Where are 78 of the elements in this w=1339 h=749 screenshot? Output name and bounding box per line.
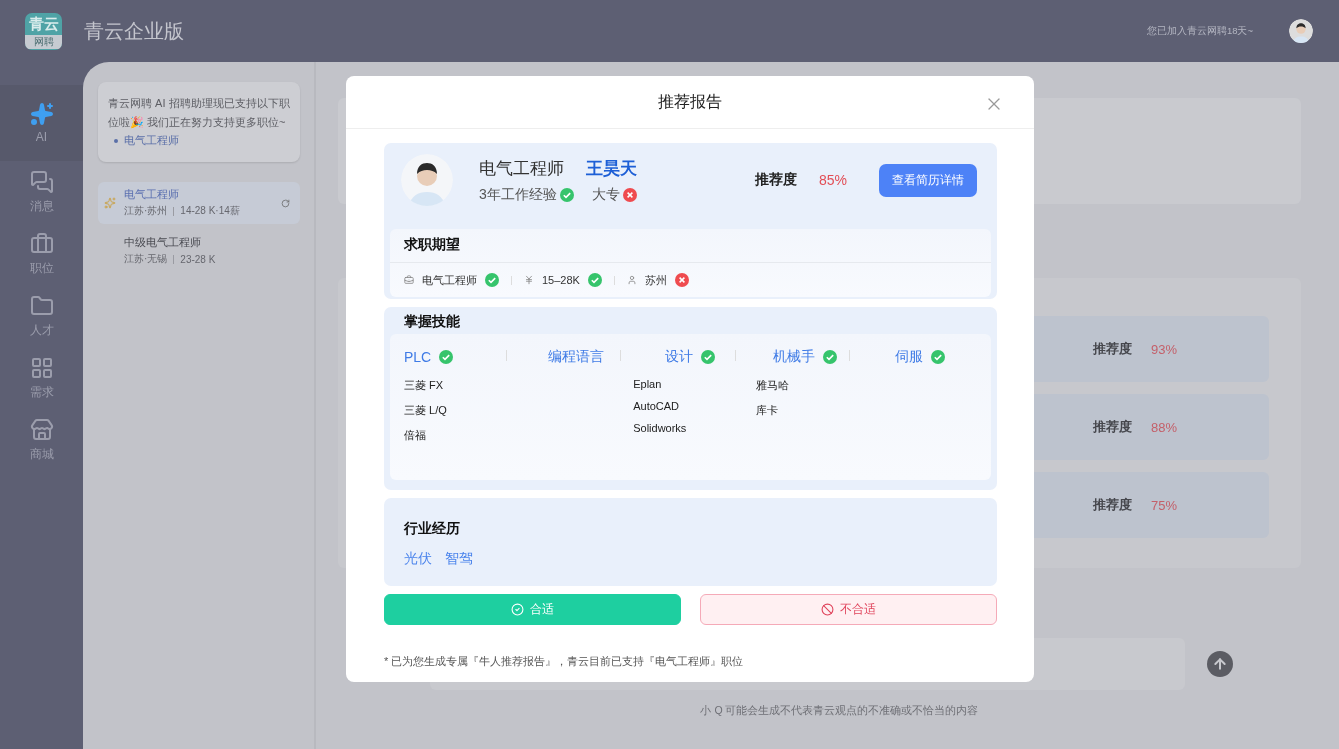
- skill-category: 设计: [665, 348, 694, 366]
- job-salary: 23-28 K: [180, 253, 216, 265]
- skill-category: PLC: [404, 349, 432, 365]
- industry-tag: 光伏: [404, 550, 432, 568]
- skill-category: 机械手: [773, 348, 816, 366]
- score-label: 推荐度: [1092, 418, 1132, 436]
- job-location: 江苏·苏州: [124, 204, 168, 218]
- score-label: 推荐度: [1092, 340, 1132, 358]
- candidate-tag: 大专: [591, 185, 620, 204]
- sparkle-icon: [104, 197, 116, 209]
- logo-text: 青云: [28, 13, 59, 34]
- section-title: 求职期望: [403, 235, 461, 254]
- briefcase-icon: [29, 231, 54, 256]
- user-avatar: [1289, 19, 1313, 43]
- skill-item: 三菱 L/Q: [404, 403, 448, 418]
- skill-item: AutoCAD: [633, 400, 681, 412]
- skill-item: Eplan: [633, 378, 663, 390]
- store-icon: [29, 417, 54, 442]
- job-title: 中级电气工程师: [124, 236, 202, 250]
- chat-icon: [29, 169, 54, 194]
- section-title: 行业经历: [404, 520, 461, 538]
- reject-button[interactable]: 不合适: [700, 594, 997, 625]
- industry-tag: 智驾: [445, 550, 473, 568]
- skill-item: 三菱 FX: [404, 378, 445, 393]
- nav-item[interactable]: 人才: [0, 285, 83, 347]
- job-title: 电气工程师: [124, 188, 180, 202]
- join-note: 您已加入青云网聘18天~: [1146, 24, 1253, 38]
- nav-item[interactable]: AI: [0, 85, 83, 161]
- candidate-tag: 3年工作经验: [479, 185, 557, 204]
- job-item[interactable]: 电气工程师 江苏·苏州 14-28 K·14薪: [98, 182, 300, 224]
- score-value: 75%: [1150, 497, 1177, 513]
- skill-category: 编程语言: [547, 348, 604, 366]
- skill-item: 雅马哈: [754, 378, 790, 393]
- candidate-avatar: [401, 154, 453, 206]
- score-value: 88%: [1150, 419, 1177, 435]
- logo-subtext: 网聘: [25, 34, 62, 49]
- skill-category: 伺服: [894, 348, 923, 366]
- score-label: 推荐度: [1092, 496, 1132, 514]
- job-item[interactable]: 中级电气工程师 江苏·无锡 23-28 K: [98, 230, 300, 272]
- send-button[interactable]: [1207, 651, 1233, 677]
- resume-detail-button[interactable]: 查看简历详情: [879, 163, 977, 197]
- expectation-item: 苏州: [644, 272, 667, 288]
- folder-icon: [29, 293, 54, 318]
- candidate-position: 电气工程师: [479, 157, 564, 180]
- bullet-dot: [114, 138, 118, 143]
- yen-icon: [524, 275, 534, 285]
- briefcase-icon: [404, 275, 414, 285]
- sparkle-icon: [29, 102, 54, 126]
- ban-icon: [821, 603, 834, 616]
- nav-label: 需求: [29, 383, 54, 401]
- person-icon: [626, 275, 637, 285]
- footnote: * 已为您生成专属『牛人推荐报告』，青云目前已支持『电气工程师』职位: [384, 654, 745, 669]
- accept-button[interactable]: 合适: [384, 594, 681, 625]
- skill-item: Solidworks: [633, 422, 688, 434]
- position-link[interactable]: 电气工程师: [124, 133, 179, 148]
- nav-label: 商城: [29, 445, 54, 463]
- score-value: 85%: [818, 172, 847, 188]
- nav-label: 人才: [29, 321, 54, 339]
- dialog-title: 推荐报告: [658, 91, 722, 112]
- job-location: 江苏·无锡: [124, 252, 168, 266]
- section-title: 掌握技能: [403, 312, 461, 331]
- expectation-item: 15–28K: [542, 274, 580, 286]
- grid-icon: [29, 355, 54, 380]
- candidate-name: 王昊天: [586, 157, 637, 180]
- job-salary: 14-28 K·14薪: [180, 204, 240, 218]
- skill-item: 库卡: [754, 403, 779, 418]
- notice-text: 青云网聘 AI 招聘助理现已支持以下职位啦🎉 我们正在努力支持更多职位~: [108, 96, 290, 131]
- refresh-icon[interactable]: [281, 198, 290, 208]
- check-circle-icon: [511, 603, 524, 616]
- nav-label: AI: [35, 130, 48, 144]
- app-title: 青云企业版: [84, 18, 184, 44]
- skill-item: 倍福: [404, 428, 427, 443]
- score-label: 推荐度: [754, 171, 797, 189]
- score-value: 93%: [1150, 341, 1177, 357]
- expectation-item: 电气工程师: [422, 272, 477, 288]
- nav-item[interactable]: 商城: [0, 409, 83, 471]
- disclaimer-text: 小 Q 可能会生成不代表青云观点的不准确或不恰当的内容: [699, 704, 980, 718]
- nav-item[interactable]: 需求: [0, 347, 83, 409]
